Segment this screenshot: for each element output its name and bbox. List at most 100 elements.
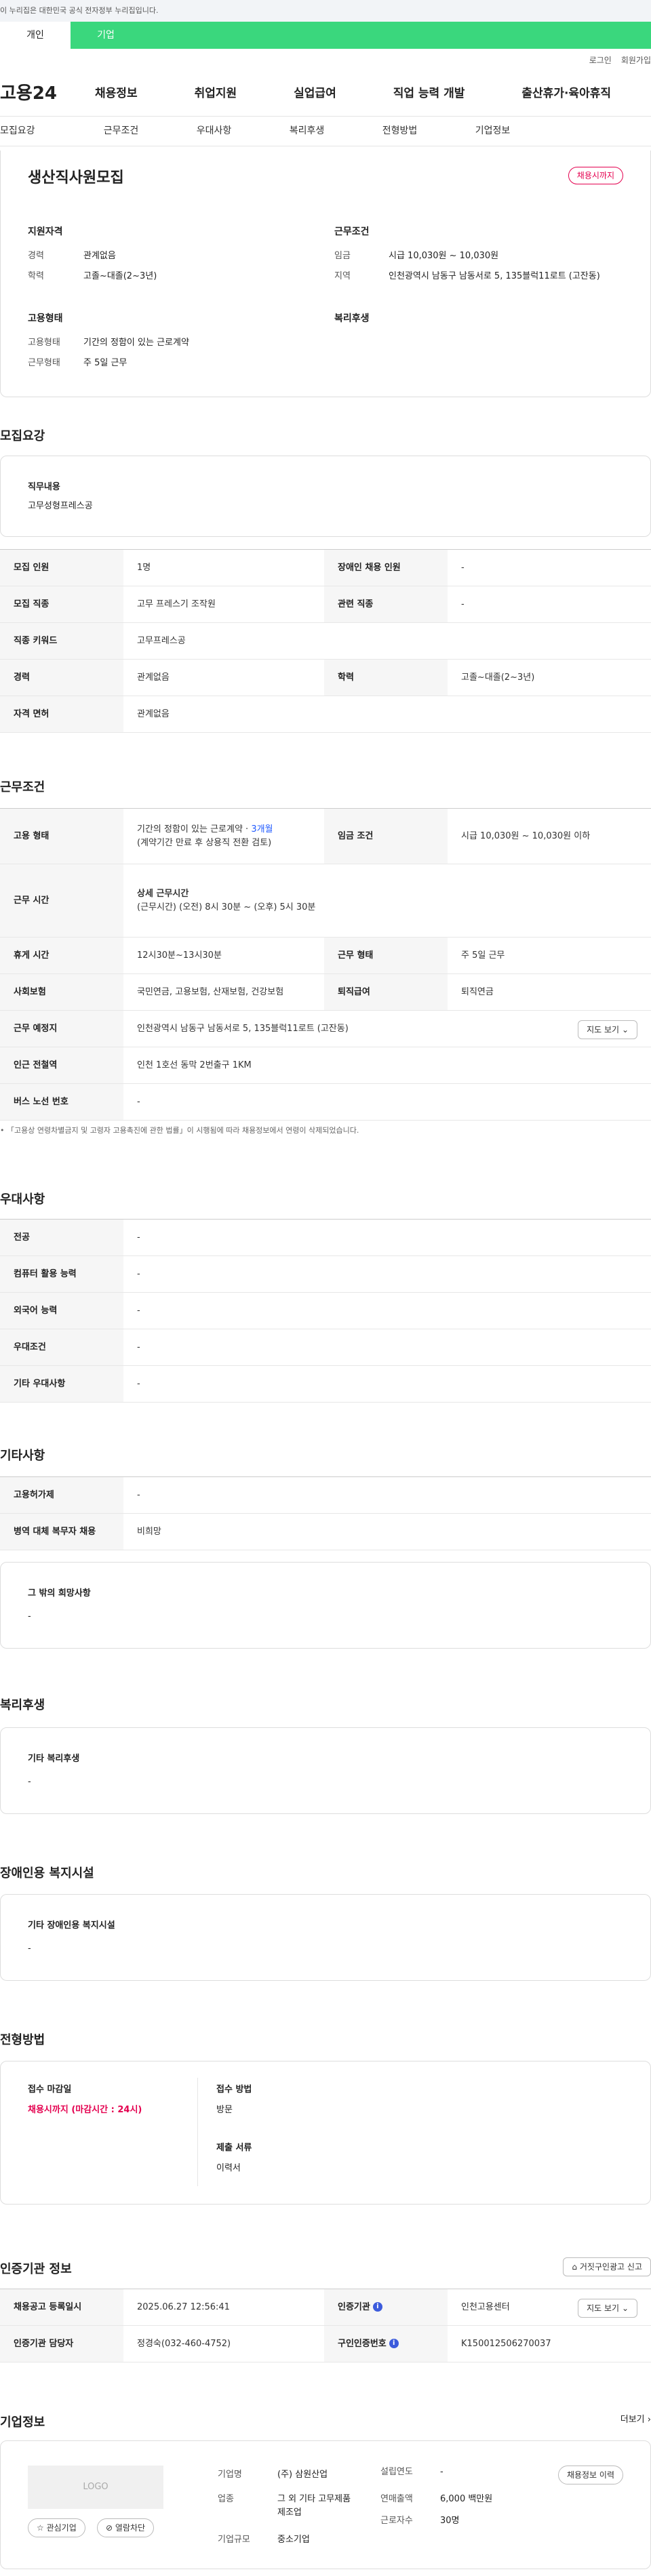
work-permit-value: - [123,1476,651,1514]
other-pref-value: - [123,1365,651,1403]
block-company-button[interactable]: ⊘ 열람차단 [97,2518,155,2537]
tab-company[interactable]: 기업 [71,22,141,49]
disabled-section-title: 장애인용 복지시설 [0,1866,94,1880]
table-row: 전공 - [0,1219,651,1256]
pref-section-title: 우대사항 [0,1192,45,1207]
screening-section-title: 전형방법 [0,2033,45,2047]
keyword-label: 직종 키워드 [0,622,123,660]
job-title: 생산직사원모집 [28,169,124,186]
bus-label: 버스 노선 번호 [0,1083,123,1121]
nav-jobs[interactable]: 채용정보 [95,85,138,103]
company-more-link[interactable]: 더보기 › [620,2413,651,2427]
other-wishes-card: 그 밖의 희망사항 - [0,1562,651,1649]
duty-value: 고무성형프레스공 [28,501,93,511]
keyword-value: 고무프레스공 [123,622,651,660]
other-wishes-label: 그 밖의 희망사항 [28,1588,91,1598]
signup-link[interactable]: 회원가입 [621,54,651,66]
education-label: 학력 [28,271,44,281]
etc-table: 고용허가제 - 병역 대체 복무자 채용 비희망 [0,1476,651,1550]
other-pref-label: 기타 우대사항 [0,1365,123,1403]
gov-banner-text: 이 누리집은 대한민국 공식 전자정부 누리집입니다. [0,6,159,15]
nav-vocational-training[interactable]: 직업 능력 개발 [393,85,465,103]
deadline-label: 접수 마감일 [28,2085,72,2095]
hiring-history-button[interactable]: 채용정보 이력 [557,2466,623,2484]
region-label: 지역 [334,271,351,281]
occupation-label: 모집 직종 [0,586,123,623]
anchor-preferences[interactable]: 우대사항 [167,124,260,138]
workplace-label: 근무 예정지 [0,1010,123,1047]
company-name-label: 기업명 [218,2470,242,2480]
insurance-value: 국민연금, 고용보험, 산재보험, 건강보험 [123,973,324,1011]
pref-table: 전공 - 컴퓨터 활용 능력 - 외국어 능력 - 우대조건 - 기타 우대사항 - [0,1219,651,1403]
favorite-company-button[interactable]: ☆ 관심기업 [28,2518,85,2537]
site-logo[interactable]: 고용24 [0,81,57,107]
anchor-work-conditions[interactable]: 근무조건 [75,124,167,138]
language-label: 외국어 능력 [0,1292,123,1329]
deadline-badge: 채용시까지 [568,167,623,184]
age-discrimination-note: • 「고용상 연령차별금지 및 고령자 고용촉진에 관한 법률」이 시행됨에 따… [0,1126,359,1135]
agency-map-button[interactable]: 지도 보기 ⌄ [578,2299,637,2318]
break-label: 휴게 시간 [0,937,123,974]
manager-value: 정경숙(032-460-4752) [123,2325,324,2362]
language-value: - [123,1292,651,1329]
wage-value: 시급 10,030원 ~ 10,030원 [389,251,499,261]
chevron-right-icon: › [647,2415,651,2425]
info-icon[interactable]: i [389,2339,399,2349]
agency-table: 채용공고 등록일시 2025.06.27 12:56:41 인증기관 i 인천고용센… [0,2289,651,2362]
documents-value: 이력서 [216,2163,241,2173]
anchor-screening[interactable]: 전형방법 [353,124,446,138]
computer-skill-value: - [123,1255,651,1293]
table-row: 고용허가제 - [0,1476,651,1514]
table-row: 직종 키워드 고무프레스공 [0,622,651,660]
table-row: 기타 우대사항 - [0,1365,651,1403]
qualification-title: 지원자격 [28,226,63,237]
map-view-button[interactable]: 지도 보기 ⌄ [578,1020,637,1039]
table-row: 근무 예정지 인천광역시 남동구 남동서로 5, 135블럭11로트 (고잔동)… [0,1010,651,1047]
nav-unemployment-benefit[interactable]: 실업급여 [294,85,336,103]
region-value: 인천광역시 남동구 남동서로 5, 135블럭11로트 (고잔동) [389,271,600,281]
table-row: 우대조건 - [0,1329,651,1366]
table-row: 모집 인원 1명 장애인 채용 인원 - [0,549,651,586]
etc-section-title: 기타사항 [0,1449,45,1463]
major-value: - [123,1219,651,1256]
revenue-value: 6,000 백만원 [440,2494,493,2504]
company-name-value: (주) 삼원산업 [277,2470,328,2480]
cert-no-value: K150012506270037 [448,2325,651,2362]
founded-label: 설립연도 [380,2467,413,2477]
career-value: 관계없음 [123,659,324,696]
headcount-value: 1명 [123,549,324,586]
tab-personal[interactable]: 개인 [0,22,71,49]
info-icon[interactable]: i [372,2302,382,2312]
subway-label: 인근 전철역 [0,1047,123,1084]
related-occupation-value: - [448,586,651,623]
table-row: 고용 형태 기간의 정함이 있는 근로계약 · 3개월 (계약기간 만료 후 상용… [0,808,651,864]
anchor-company[interactable]: 기업정보 [446,124,539,138]
nav-employment-support[interactable]: 취업지원 [195,85,237,103]
welfare-title: 복리후생 [334,313,370,324]
table-row: 채용공고 등록일시 2025.06.27 12:56:41 인증기관 i 인천고용센… [0,2289,651,2326]
main-nav: 고용24 채용정보 취업지원 실업급여 직업 능력 개발 출산휴가·육아휴직 [0,72,651,117]
wage-cond-value: 시급 10,030원 ~ 10,030원 이하 [448,808,651,864]
company-logo: LOGO [28,2466,163,2509]
work-section-title: 근무조건 [0,780,45,794]
anchor-welfare[interactable]: 복리후생 [260,124,353,138]
revenue-label: 연매출액 [380,2494,413,2504]
career-value: 관계없음 [83,251,116,261]
license-value: 관계없음 [123,696,651,733]
related-occupation-label: 관련 직종 [324,586,448,623]
documents-label: 제출 서류 [216,2143,252,2153]
work-condition-title: 근무조건 [334,226,370,237]
false-ad-report-button[interactable]: ⌂ 거짓구인광고 신고 [563,2257,651,2276]
industry-value: 그 외 기타 고무제품 제조업 [277,2494,351,2518]
agency-section-title: 인증기관 정보 [0,2262,72,2276]
nav-parental-leave[interactable]: 출산휴가·육아휴직 [521,85,611,103]
emp-type-value: 기간의 정함이 있는 근로계약 · [137,824,252,834]
duty-label: 직무내용 [28,482,60,492]
login-link[interactable]: 로그인 [589,54,612,66]
anchor-recruit[interactable]: 모집요강 [0,124,75,138]
company-section-title: 기업정보 [0,2415,45,2430]
employees-value: 30명 [440,2516,460,2526]
job-summary-card: 생산직사원모집 채용시까지 지원자격 경력 관계없음 학력 고졸~대졸(2~3년… [0,150,651,397]
table-row: 자격 면허 관계없음 [0,696,651,733]
table-row: 사회보험 국민연금, 고용보험, 산재보험, 건강보험 퇴직급여 퇴직연금 [0,973,651,1011]
